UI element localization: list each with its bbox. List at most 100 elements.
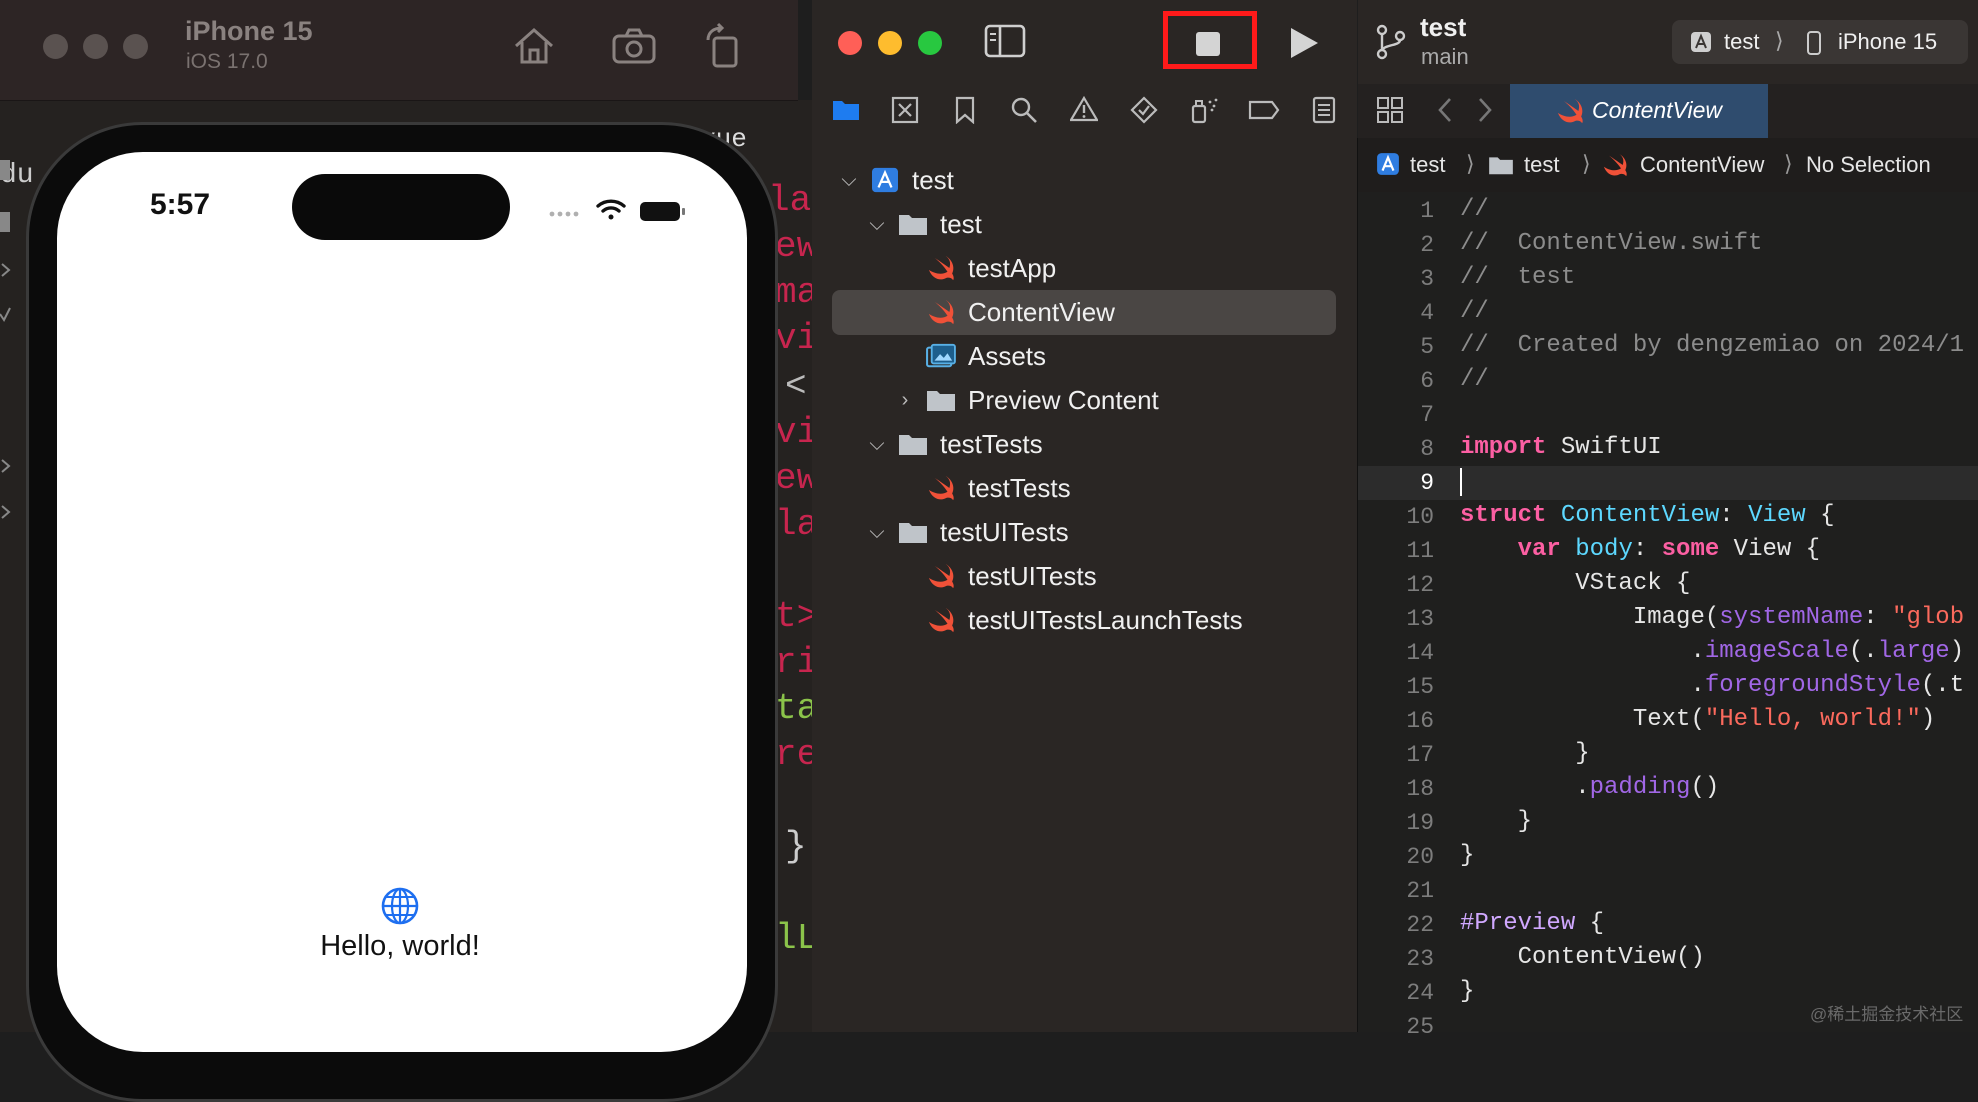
line-number: 15 [1406,674,1434,700]
tree-item-project-test[interactable]: ⌵ test [838,160,954,200]
tree-item-label: testApp [968,252,1057,283]
code-line-4: // [1460,298,1489,325]
line-number: 10 [1406,504,1434,530]
stop-button-highlight [1163,11,1257,69]
folder-icon [899,523,927,543]
line-number: 3 [1420,266,1434,292]
breadcrumb-separator-icon: ⟩ [1466,151,1475,176]
tree-item-folder-testuitests[interactable]: ⌵ testUITests [866,512,1068,552]
swift-file-icon [928,607,954,633]
find-navigator-search-icon[interactable] [1010,96,1038,124]
tree-item-folder-test[interactable]: ⌵ test [866,204,982,244]
window-minimize-button[interactable] [83,34,108,59]
code-line-1: // [1460,196,1489,223]
chevron-right-icon[interactable]: › [894,389,916,412]
line-number: 11 [1406,538,1434,564]
code-line-2: // ContentView.swift [1460,230,1763,257]
line-number: 1 [1420,198,1434,224]
xcode-close-button[interactable] [838,31,862,55]
line-number: 6 [1420,368,1434,394]
chevron-down-icon[interactable]: ⌵ [866,521,888,544]
tree-item-label: test [940,208,982,239]
tree-item-testuitests-file[interactable]: testUITests [926,556,1097,596]
destination-name[interactable]: iPhone 15 [1838,29,1937,55]
chevron-down-icon[interactable]: ⌵ [838,169,860,192]
line-number: 7 [1420,402,1434,428]
swift-file-icon [928,475,954,501]
issue-navigator-warning-icon[interactable] [1070,96,1098,122]
tree-item-testapp[interactable]: testApp [926,248,1056,288]
branch-icon [1376,24,1406,60]
debug-navigator-spray-icon[interactable] [1190,96,1220,124]
line-number: 16 [1406,708,1434,734]
tree-item-label: ContentView [968,296,1115,327]
breadcrumb-group[interactable]: test [1524,152,1559,178]
run-play-icon[interactable] [1288,26,1320,60]
toolbar-project-name[interactable]: test [1420,12,1466,43]
breadcrumb-project[interactable]: test [1410,152,1445,178]
back-chevron-icon[interactable] [1436,96,1454,124]
xcode-minimize-button[interactable] [878,31,902,55]
rotate-icon[interactable] [700,22,748,70]
line-number: 13 [1406,606,1434,632]
line-number: 24 [1406,980,1434,1006]
window-close-button[interactable] [43,34,68,59]
current-line-highlight [1358,466,1978,500]
forward-chevron-icon[interactable] [1476,96,1494,124]
folder-icon [899,435,927,455]
watermark: @稀土掘金技术社区 [1810,1005,1964,1024]
text-cursor [1460,468,1462,496]
breadcrumb-separator-icon: ⟩ [1582,151,1591,176]
bookmark-navigator-icon[interactable] [954,96,976,124]
line-number: 20 [1406,844,1434,870]
line-number: 12 [1406,572,1434,598]
report-navigator-icon[interactable] [1312,96,1336,124]
globe-icon [381,887,419,925]
code-line-17: } [1460,740,1590,767]
line-number: 22 [1406,912,1434,938]
swift-file-icon [928,563,954,589]
tree-item-folder-testtests[interactable]: ⌵ testTests [866,424,1042,464]
xcode-zoom-button[interactable] [918,31,942,55]
line-number: 18 [1406,776,1434,802]
breadcrumb-separator-icon: ⟩ [1784,151,1793,176]
tree-item-label: testUITestsLaunchTests [968,604,1243,635]
editor-tab-label: ContentView [1592,97,1722,123]
tree-item-preview-content[interactable]: › Preview Content [894,380,1159,420]
sidebar-toggle-icon[interactable] [984,24,1026,60]
scheme-name[interactable]: test [1724,29,1759,55]
battery-icon [640,202,685,221]
tree-item-assets[interactable]: Assets [926,336,1046,376]
code-line-16: Text("Hello, world!") [1460,706,1936,733]
tree-item-testuitestslaunchtests[interactable]: testUITestsLaunchTests [926,600,1243,640]
breadcrumb-file[interactable]: ContentView [1640,152,1764,178]
related-items-grid-icon[interactable] [1376,96,1404,124]
bg-code-fragment: < [785,366,807,407]
bg-code-fragment: } [785,826,807,867]
project-navigator-folder-icon[interactable] [832,96,860,122]
chevron-down-icon[interactable]: ⌵ [866,433,888,456]
dynamic-island [292,174,510,240]
test-navigator-diamond-icon[interactable] [1130,96,1158,124]
scheme-chevron-icon: ⟩ [1775,28,1784,53]
line-number: 8 [1420,436,1434,462]
line-number: 23 [1406,946,1434,972]
source-control-navigator-icon[interactable] [891,96,919,124]
breakpoint-navigator-icon[interactable] [1248,100,1280,120]
hello-world-text: Hello, world! [320,930,480,962]
tree-item-label: Assets [968,340,1047,371]
tree-item-testtests-file[interactable]: testTests [926,468,1071,508]
chevron-down-icon[interactable]: ⌵ [866,213,888,236]
breadcrumb-symbol[interactable]: No Selection [1806,152,1931,178]
screenshot-camera-icon[interactable] [610,22,658,70]
iphone-device-icon [1807,31,1821,55]
folder-icon [927,391,955,411]
tree-item-contentview[interactable]: ContentView [926,292,1115,332]
code-line-5: // Created by dengzemiao on 2024/1 [1460,332,1965,359]
home-icon[interactable] [510,22,558,70]
line-number: 14 [1406,640,1434,666]
swift-file-icon [1557,98,1583,124]
code-line-19: } [1460,808,1533,835]
window-zoom-button[interactable] [123,34,148,59]
simulator-toolbar [0,0,798,101]
